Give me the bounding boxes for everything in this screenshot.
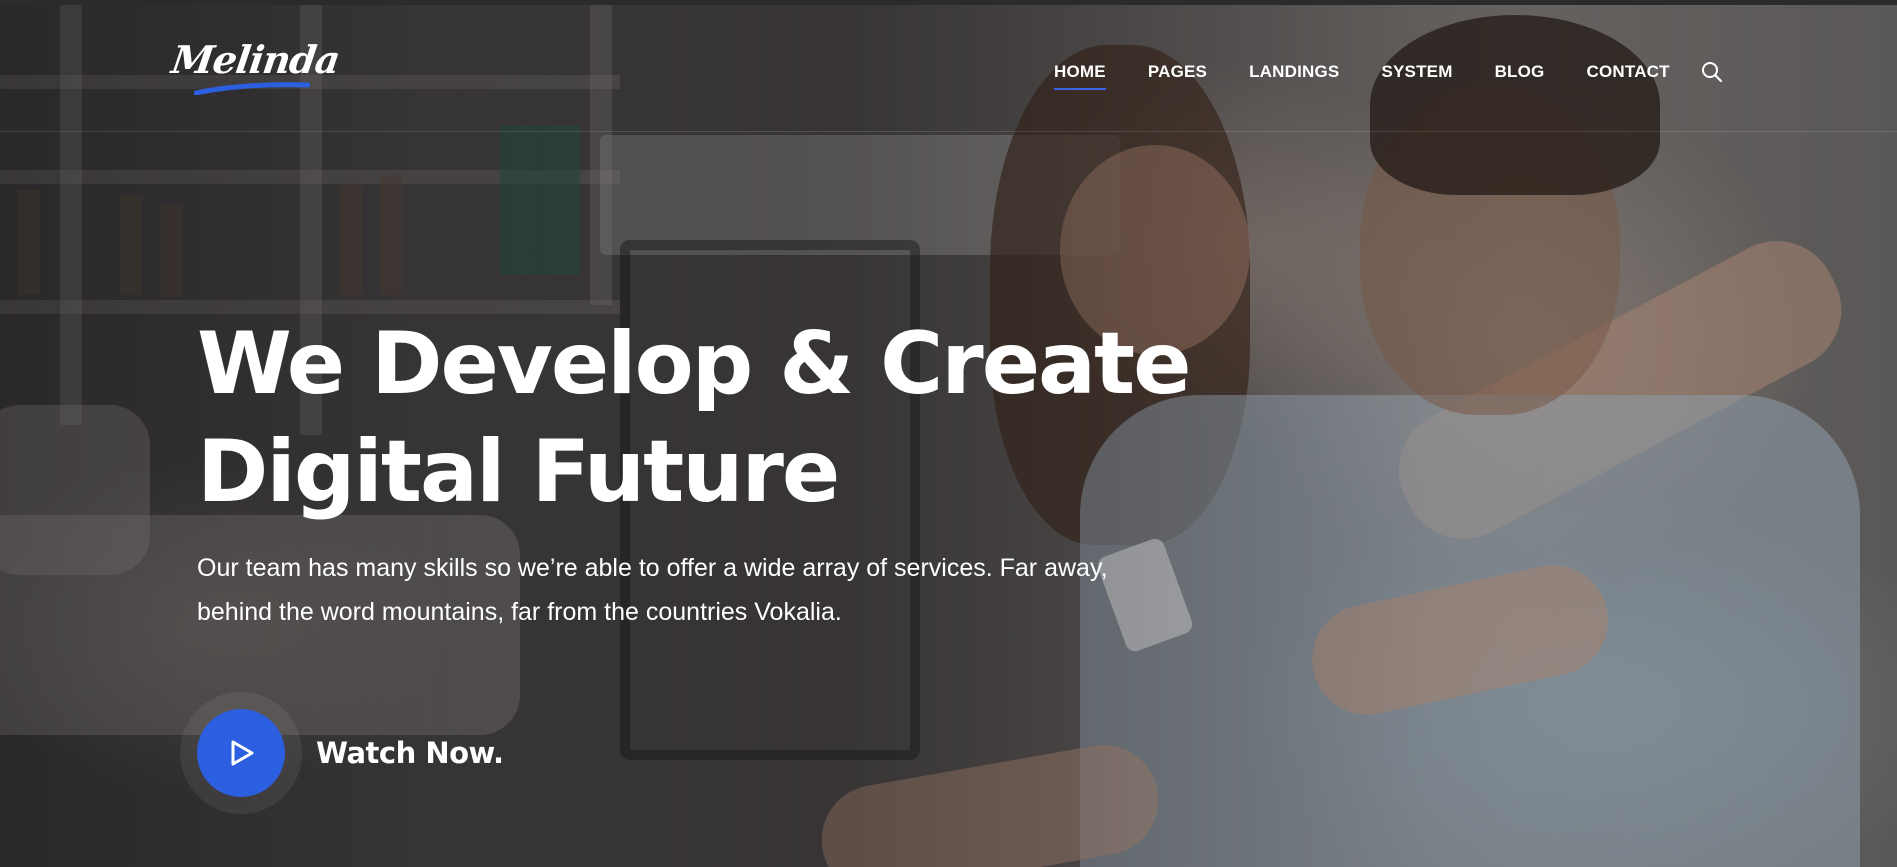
hero-description-line-1: Our team has many skills so we’re able t… <box>197 554 1108 582</box>
hero-headline-line-2: Digital Future <box>197 422 840 522</box>
nav-item-contact[interactable]: CONTACT <box>1587 62 1670 82</box>
watch-now-label: Watch Now. <box>316 736 504 770</box>
logo-swash-icon <box>194 82 310 95</box>
nav-item-system[interactable]: SYSTEM <box>1381 62 1452 82</box>
watch-now-button[interactable]: Watch Now. <box>180 692 504 814</box>
main-nav: HOME PAGES LANDINGS SYSTEM BLOG CONTACT <box>1054 57 1712 90</box>
play-icon <box>231 740 254 766</box>
nav-item-pages[interactable]: PAGES <box>1148 62 1207 82</box>
play-button-ring <box>180 692 302 814</box>
nav-item-home[interactable]: HOME <box>1054 62 1106 90</box>
nav-item-blog[interactable]: BLOG <box>1495 62 1545 82</box>
brand-logo[interactable]: Melinda <box>169 37 342 95</box>
site-header: Melinda HOME PAGES LANDINGS SYSTEM BLOG … <box>0 5 1897 132</box>
nav-item-landings[interactable]: LANDINGS <box>1249 62 1339 82</box>
browser-top-strip <box>0 0 1897 5</box>
hero-description: Our team has many skills so we’re able t… <box>197 546 1177 634</box>
search-icon <box>1702 62 1723 83</box>
play-button[interactable] <box>197 709 285 797</box>
logo-wordmark: Melinda <box>168 37 343 82</box>
search-button[interactable] <box>1700 60 1724 84</box>
hero-headline: We Develop & Create Digital Future <box>197 310 1197 526</box>
hero-description-line-2: behind the word mountains, far from the … <box>197 598 842 626</box>
hero-headline-line-1: We Develop & Create <box>197 314 1192 414</box>
